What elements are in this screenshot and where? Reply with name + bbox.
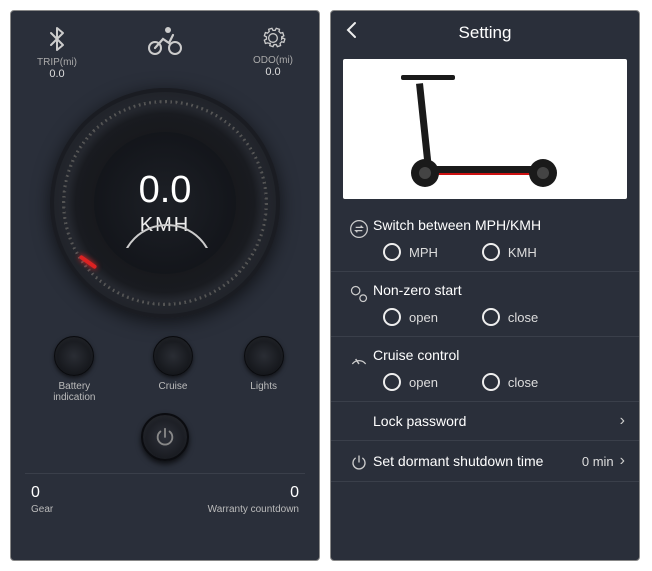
- bottom-row: 0 Gear 0 Warranty countdown: [11, 480, 319, 527]
- radio-nonzero-open-label: open: [409, 310, 438, 325]
- unit-setting-row: Switch between MPH/KMH MPH KMH: [331, 207, 639, 272]
- settings-column: ODO(mi) 0.0: [243, 25, 303, 78]
- settings-screen: Setting Switch between MPH/KMH MPH KMH: [330, 10, 640, 561]
- lock-password-row[interactable]: Lock password ›: [331, 402, 639, 441]
- radio-cruise-close[interactable]: close: [482, 373, 538, 391]
- function-row: Battery indication Cruise Lights: [11, 318, 319, 407]
- chevron-right-icon: ›: [620, 452, 625, 470]
- bluetooth-icon[interactable]: [45, 25, 69, 53]
- battery-label: Battery indication: [46, 381, 102, 403]
- bluetooth-column: TRIP(mi) 0.0: [27, 25, 87, 80]
- lights-label: Lights: [250, 381, 277, 392]
- speed-value: 0.0: [139, 169, 192, 212]
- power-icon: [154, 426, 176, 448]
- nonzero-setting-row: Non-zero start open close: [331, 272, 639, 337]
- gauge-arc: [120, 224, 210, 248]
- radio-mph[interactable]: MPH: [383, 243, 438, 261]
- chevron-right-icon: ›: [620, 412, 625, 430]
- warranty-column: 0 Warranty countdown: [208, 484, 299, 515]
- top-bar: TRIP(mi) 0.0 ODO(mi) 0.0: [11, 11, 319, 84]
- odo-label: ODO(mi): [253, 55, 293, 66]
- power-button[interactable]: [141, 413, 189, 461]
- gear-value: 0: [31, 484, 53, 502]
- cruise-label: Cruise: [159, 381, 188, 392]
- radio-kmh[interactable]: KMH: [482, 243, 537, 261]
- radio-nonzero-close[interactable]: close: [482, 308, 538, 326]
- radio-nonzero-close-label: close: [508, 310, 538, 325]
- power-small-icon: [350, 453, 368, 471]
- dormant-row[interactable]: Set dormant shutdown time 0 min ›: [331, 441, 639, 482]
- radio-kmh-label: KMH: [508, 245, 537, 260]
- warranty-value: 0: [290, 484, 299, 502]
- cruise-button[interactable]: Cruise: [153, 336, 193, 403]
- radio-mph-label: MPH: [409, 245, 438, 260]
- lights-button[interactable]: Lights: [244, 336, 284, 403]
- divider: [25, 473, 305, 474]
- cruise-setting-row: Cruise control open close: [331, 337, 639, 402]
- trip-label: TRIP(mi): [37, 57, 77, 68]
- radio-cruise-close-label: close: [508, 375, 538, 390]
- mode-column: [87, 25, 243, 55]
- gear-column: 0 Gear: [31, 484, 53, 515]
- gear-label: Gear: [31, 504, 53, 515]
- gear-icon[interactable]: [260, 25, 286, 51]
- trip-value: 0.0: [49, 68, 64, 80]
- dashboard-screen: TRIP(mi) 0.0 ODO(mi) 0.0 0.0 KMH Battery…: [10, 10, 320, 561]
- radio-nonzero-open[interactable]: open: [383, 308, 438, 326]
- nonzero-label: Non-zero start: [373, 282, 625, 298]
- odo-value: 0.0: [265, 66, 280, 78]
- swap-icon: [349, 219, 369, 239]
- radio-cruise-open[interactable]: open: [383, 373, 438, 391]
- dormant-label: Set dormant shutdown time: [373, 453, 582, 469]
- cyclist-icon[interactable]: [145, 25, 185, 55]
- settings-header: Setting: [331, 11, 639, 55]
- lock-label: Lock password: [373, 413, 620, 429]
- battery-button[interactable]: Battery indication: [46, 336, 102, 403]
- lights-icon: [244, 336, 284, 376]
- radio-cruise-open-label: open: [409, 375, 438, 390]
- battery-icon: [54, 336, 94, 376]
- speedometer: 0.0 KMH: [11, 88, 319, 318]
- cruise-icon: [153, 336, 193, 376]
- product-image: [343, 59, 627, 199]
- dial-icon: [349, 349, 369, 369]
- warranty-label: Warranty countdown: [208, 504, 299, 515]
- cruise-label: Cruise control: [373, 347, 625, 363]
- settings-title: Setting: [345, 23, 625, 43]
- scooter-illustration: [405, 71, 565, 187]
- gears-icon: [349, 284, 369, 304]
- dormant-value: 0 min: [582, 454, 614, 469]
- unit-label: Switch between MPH/KMH: [373, 217, 625, 233]
